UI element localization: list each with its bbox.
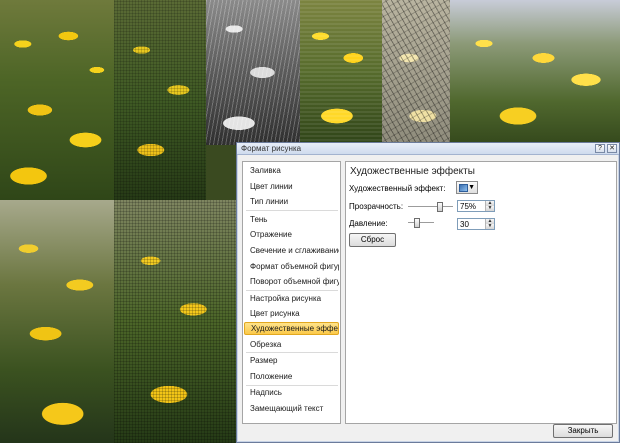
transparency-label: Прозрачность: — [349, 202, 404, 211]
help-icon[interactable]: ? — [595, 144, 605, 153]
spin-down-icon[interactable]: ▼ — [485, 206, 494, 211]
effect-label: Художественный эффект: — [349, 184, 446, 193]
nav-divider — [246, 210, 338, 211]
picture-tile-original — [0, 0, 114, 200]
close-icon[interactable]: ✕ — [607, 144, 617, 153]
spin-down-icon[interactable]: ▼ — [485, 224, 494, 229]
transparency-input[interactable] — [459, 201, 485, 211]
slider-thumb[interactable] — [414, 218, 420, 228]
nav-item-reflection[interactable]: Отражение — [244, 228, 339, 241]
nav-item-glow-soft-edges[interactable]: Свечение и сглаживание — [244, 244, 339, 257]
nav-item-artistic-effects[interactable]: Художественные эффекты — [244, 322, 339, 335]
nav-divider — [246, 290, 338, 291]
nav-item-text-box[interactable]: Надпись — [244, 386, 339, 399]
slider-thumb[interactable] — [437, 202, 443, 212]
pressure-input[interactable] — [459, 219, 485, 229]
nav-item-picture-color[interactable]: Цвет рисунка — [244, 307, 339, 320]
nav-item-3d-format[interactable]: Формат объемной фигуры — [244, 260, 339, 273]
nav-item-shadow[interactable]: Тень — [244, 213, 339, 226]
picture-tile-mosaic — [114, 0, 206, 200]
nav-item-picture-corrections[interactable]: Настройка рисунка — [244, 292, 339, 305]
picture-tile-paint — [300, 0, 382, 145]
slider-track — [408, 222, 434, 224]
picture-tile-sketch — [382, 0, 450, 145]
picture-tile-glow — [450, 0, 620, 145]
close-button[interactable]: Закрыть — [553, 424, 613, 438]
panel-title: Художественные эффекты — [350, 166, 475, 177]
dialog-titlebar[interactable]: Формат рисунка ? ✕ — [237, 143, 619, 155]
nav-divider — [246, 352, 338, 353]
artistic-effect-dropdown[interactable]: ▼ — [456, 181, 478, 194]
nav-item-size[interactable]: Размер — [244, 354, 339, 367]
dialog-title: Формат рисунка — [241, 144, 302, 153]
slider-track — [408, 206, 453, 208]
nav-item-line-color[interactable]: Цвет линии — [244, 180, 339, 193]
nav-item-alt-text[interactable]: Замещающий текст — [244, 402, 339, 415]
pressure-label: Давление: — [349, 219, 388, 228]
reset-button[interactable]: Сброс — [349, 233, 396, 247]
nav-item-fill[interactable]: Заливка — [244, 164, 339, 177]
category-list: Заливка Цвет линии Тип линии Тень Отраже… — [242, 161, 341, 424]
picture-tile-soft — [0, 200, 114, 443]
transparency-stepper[interactable]: ▲ ▼ — [457, 200, 495, 212]
picture-tile-grayscale — [206, 0, 300, 145]
nav-item-3d-rotation[interactable]: Поворот объемной фигуры — [244, 275, 339, 288]
nav-item-line-style[interactable]: Тип линии — [244, 195, 339, 208]
pressure-slider[interactable] — [408, 218, 434, 228]
pressure-stepper[interactable]: ▲ ▼ — [457, 218, 495, 230]
picture-tile-mosaic-large — [114, 200, 236, 443]
artistic-effects-panel: Художественные эффекты Художественный эф… — [345, 161, 617, 424]
nav-item-position[interactable]: Положение — [244, 370, 339, 383]
nav-item-crop[interactable]: Обрезка — [244, 338, 339, 351]
transparency-slider[interactable] — [408, 202, 453, 212]
chevron-down-icon: ▼ — [468, 184, 475, 191]
effect-preview-icon — [459, 184, 468, 192]
format-picture-dialog: Формат рисунка ? ✕ Заливка Цвет линии Ти… — [236, 142, 620, 443]
